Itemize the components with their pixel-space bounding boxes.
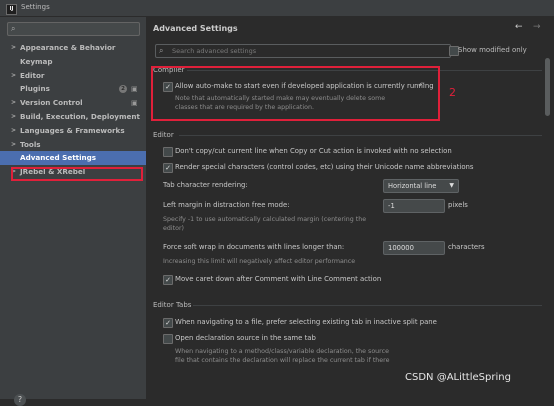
open-declaration-checkbox[interactable] [163, 334, 173, 344]
settings-tree: > Appearance & Behavior Keymap > Editor … [0, 41, 146, 179]
chevron-down-icon: ▼ [449, 182, 454, 189]
left-margin-note-line-2: editor) [163, 225, 184, 232]
sidebar-item-tools[interactable]: > Tools [0, 138, 146, 152]
section-divider [179, 135, 542, 136]
soft-wrap-unit: characters [448, 243, 485, 251]
soft-wrap-input[interactable] [384, 242, 444, 254]
left-margin-note: Specify -1 to use automatically calculat… [163, 215, 366, 233]
forward-arrow-icon[interactable]: → [533, 22, 541, 32]
left-margin-field[interactable] [383, 199, 445, 213]
section-divider [193, 305, 542, 306]
sidebar-item-label: Advanced Settings [20, 153, 97, 163]
tab-rendering-label: Tab character rendering: [163, 181, 248, 189]
chevron-right-icon: > [11, 71, 17, 79]
tab-rendering-value: Horizontal line [388, 182, 437, 190]
chevron-right-icon: > [11, 112, 17, 120]
app-icon: IJ [6, 4, 17, 15]
sidebar-item-label: Tools [20, 139, 41, 149]
move-caret-checkbox[interactable]: ✓ [163, 275, 173, 285]
left-margin-note-line-1: Specify -1 to use automatically calculat… [163, 216, 367, 223]
editor-section-title: Editor [153, 131, 174, 139]
open-declaration-label: Open declaration source in the same tab [175, 334, 316, 342]
page-title: Advanced Settings [153, 24, 238, 33]
chevron-right-icon: > [11, 44, 17, 51]
sidebar-item-label: Appearance & Behavior [20, 43, 116, 52]
search-icon: ⌕ [11, 24, 16, 33]
sidebar-search-input[interactable]: ⌕ [7, 22, 140, 36]
advanced-search-input[interactable] [172, 45, 442, 57]
annotation-highlight-box [11, 167, 143, 181]
plugin-icon: ▣ [131, 85, 138, 94]
annotation-highlight-box [151, 66, 440, 121]
render-special-checkbox[interactable]: ✓ [163, 163, 173, 173]
left-margin-label: Left margin in distraction free mode: [163, 201, 290, 209]
project-icon: ▣ [131, 99, 138, 108]
title-bar: IJ Settings [0, 0, 554, 17]
soft-wrap-field[interactable] [383, 241, 445, 255]
editor-tabs-section-title: Editor Tabs [153, 301, 192, 309]
sidebar-item-label: Build, Execution, Deployment [20, 111, 140, 121]
sidebar-item-label: Plugins [20, 84, 50, 94]
sidebar-item-version-control[interactable]: > Version Control ▣ [0, 96, 146, 110]
tab-rendering-dropdown[interactable]: Horizontal line ▼ [383, 179, 459, 193]
left-margin-input[interactable] [384, 200, 444, 212]
open-declaration-note: When navigating to a method/class/variab… [175, 347, 390, 365]
sidebar-item-plugins[interactable]: Plugins 2 ▣ [0, 82, 146, 96]
watermark: CSDN @ALittleSpring [405, 372, 511, 383]
open-declaration-note-line-2: file that contains the declaration will … [175, 357, 390, 364]
search-icon: ⌕ [159, 46, 164, 55]
chevron-right-icon: > [11, 140, 17, 148]
window-title: Settings [21, 3, 50, 11]
sidebar-item-keymap[interactable]: Keymap [0, 55, 146, 69]
nav-file-checkbox[interactable]: ✓ [163, 318, 173, 328]
sidebar-item-appearance-behavior[interactable]: > Appearance & Behavior [0, 41, 146, 55]
soft-wrap-label: Force soft wrap in documents with lines … [163, 243, 345, 251]
dont-copy-label: Don't copy/cut current line when Copy or… [175, 147, 452, 155]
settings-sidebar: ⌕ > Appearance & Behavior Keymap > Edito… [0, 17, 147, 406]
soft-wrap-note: Increasing this limit will negatively af… [163, 258, 356, 265]
move-caret-label: Move caret down after Comment with Line … [175, 275, 382, 283]
sidebar-item-label: Editor [20, 70, 45, 80]
sidebar-item-advanced-settings[interactable]: Advanced Settings [0, 151, 146, 166]
nav-file-label: When navigating to a file, prefer select… [175, 318, 437, 326]
sidebar-item-languages-frameworks[interactable]: > Languages & Frameworks [0, 124, 146, 138]
sidebar-item-label: Keymap [20, 56, 53, 66]
open-declaration-note-line-1: When navigating to a method/class/variab… [175, 348, 389, 355]
help-button[interactable]: ? [14, 394, 26, 406]
update-count-badge: 2 [119, 85, 127, 94]
sidebar-item-label: Languages & Frameworks [20, 125, 125, 135]
render-special-label: Render special characters (control codes… [175, 163, 474, 171]
sidebar-item-build-execution-deployment[interactable]: > Build, Execution, Deployment [0, 110, 146, 124]
sidebar-item-label: Version Control [20, 98, 83, 108]
chevron-right-icon: > [11, 126, 17, 134]
scrollbar-thumb[interactable] [545, 58, 550, 116]
annotation-number-2: 2 [449, 86, 456, 99]
dont-copy-checkbox[interactable] [163, 147, 173, 157]
sidebar-item-editor[interactable]: > Editor [0, 69, 146, 83]
back-arrow-icon[interactable]: ← [515, 22, 523, 32]
show-modified-label: Show modified only [458, 46, 527, 54]
advanced-settings-search[interactable]: ⌕ [155, 44, 451, 58]
advanced-settings-panel: Advanced Settings ← → ⌕ Show modified on… [147, 17, 554, 399]
left-margin-unit: pixels [448, 201, 468, 209]
chevron-right-icon: > [11, 99, 17, 107]
